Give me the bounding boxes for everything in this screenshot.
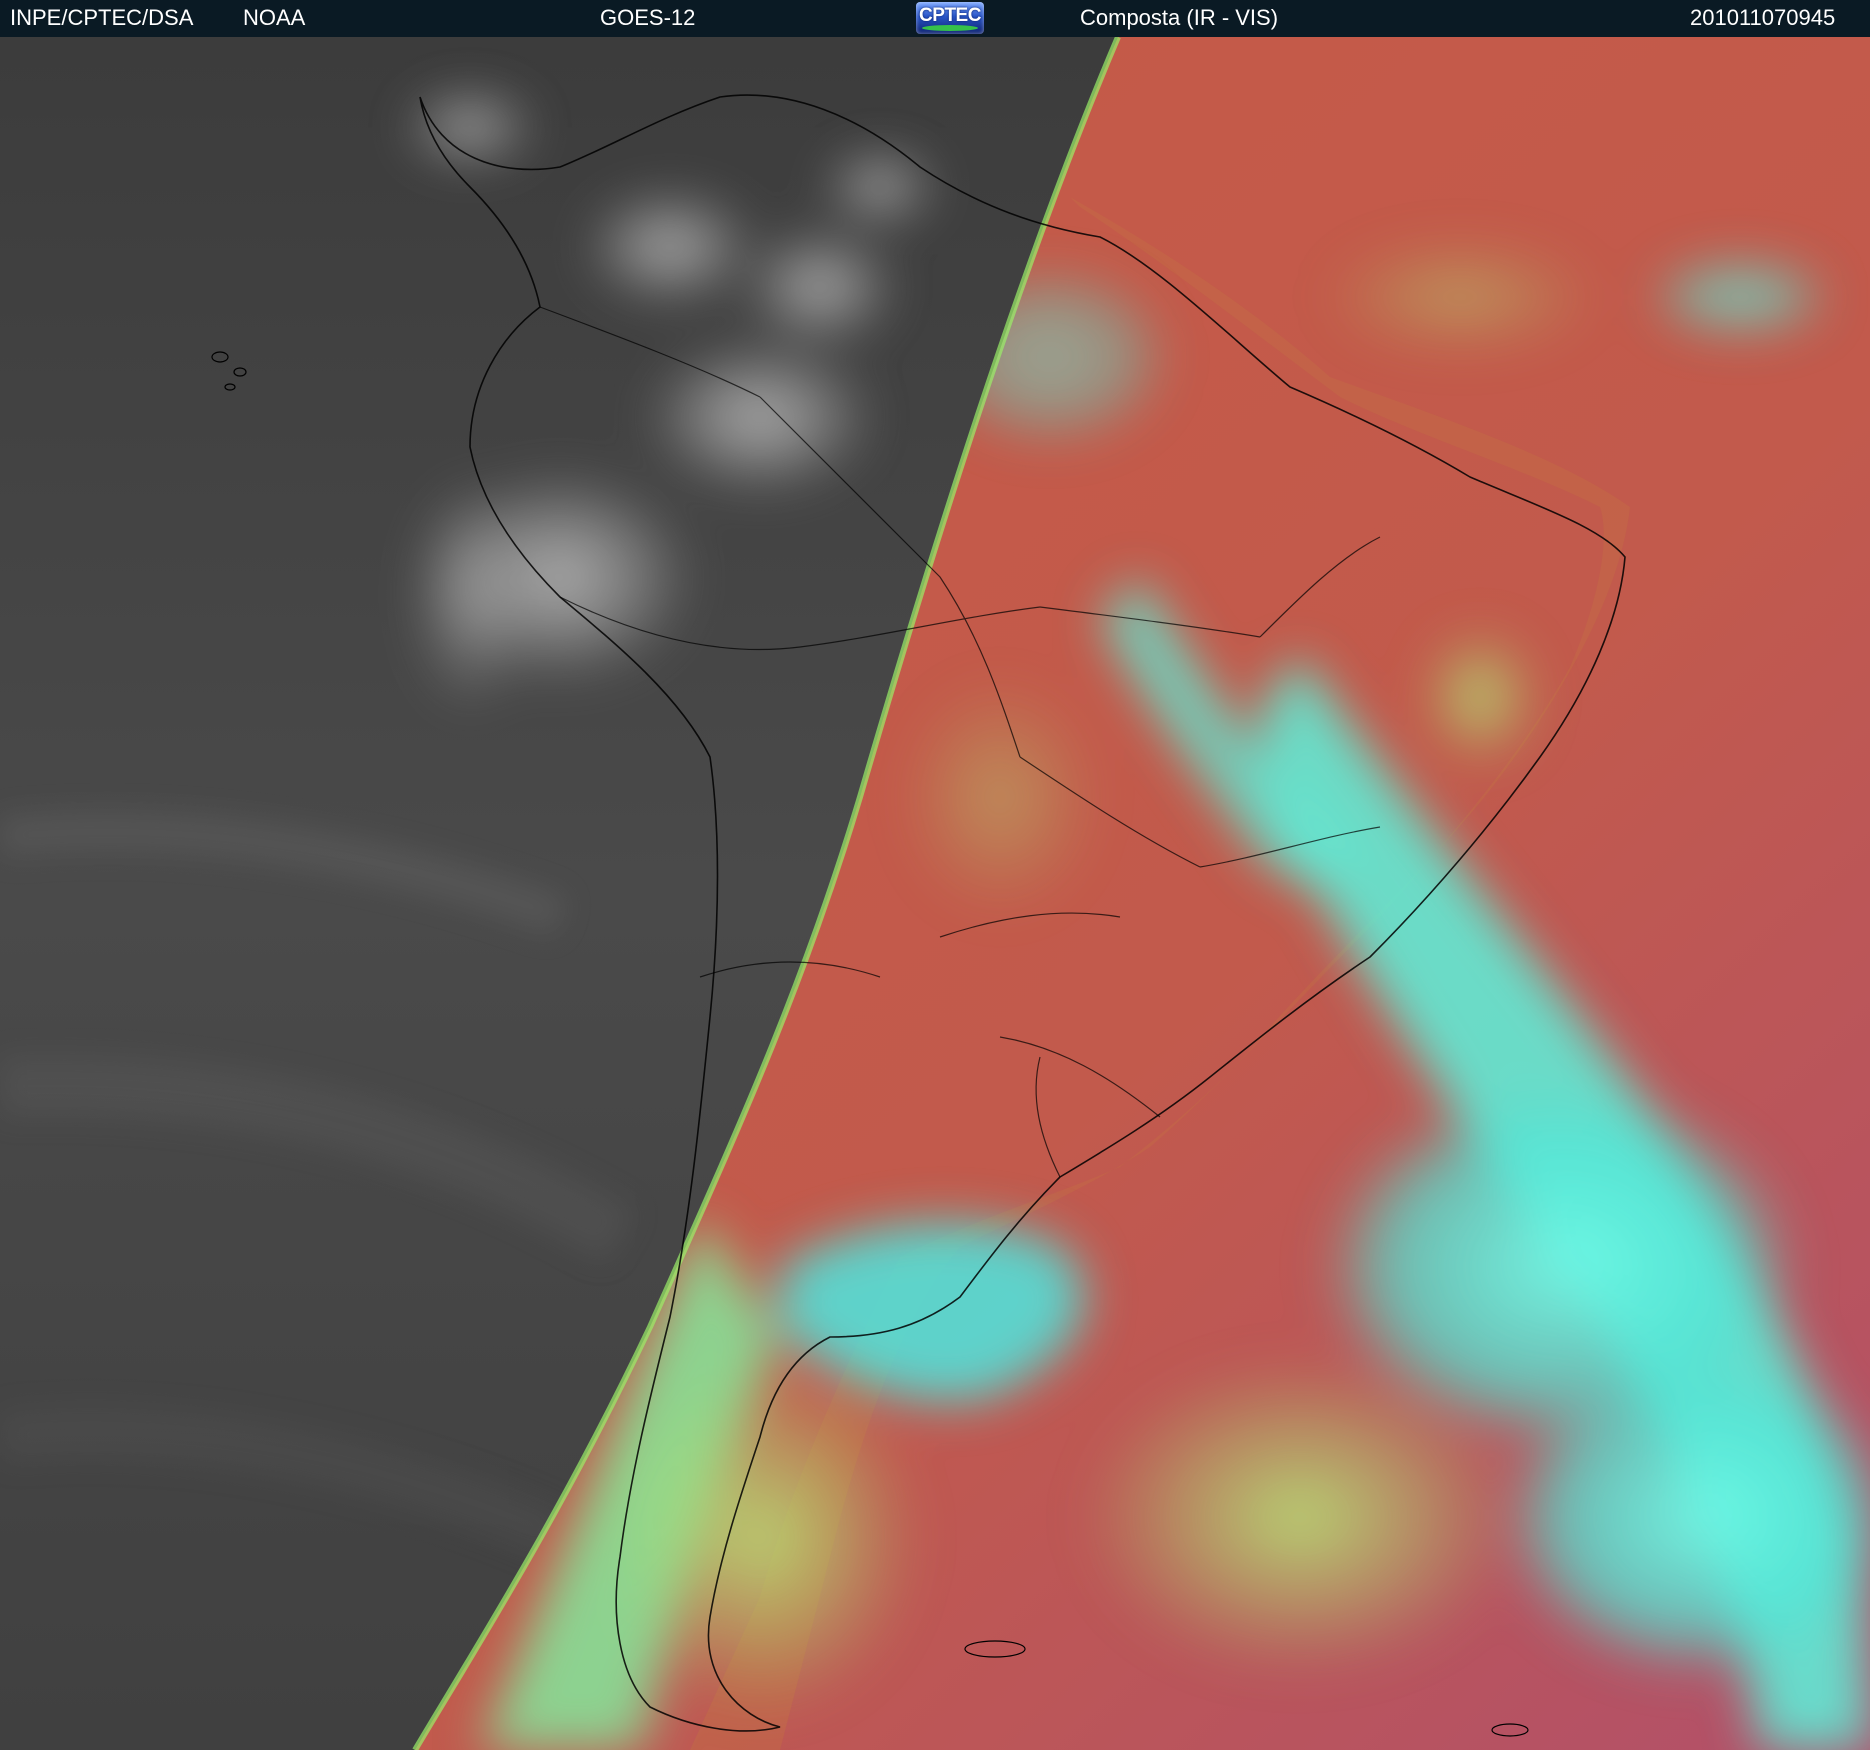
agency-label: NOAA	[243, 5, 306, 30]
timestamp-label: 201011070945	[1690, 5, 1836, 30]
satellite-image-frame: INPE/CPTEC/DSA NOAA GOES-12 CPTEC Compos…	[0, 0, 1870, 1750]
satellite-imagery	[0, 37, 1870, 1750]
satellite-label: GOES-12	[600, 5, 696, 30]
product-label: Composta (IR - VIS)	[1080, 5, 1279, 30]
logo-swoosh-icon	[922, 25, 978, 31]
source-label: INPE/CPTEC/DSA	[10, 5, 194, 30]
cptec-logo-text: CPTEC	[919, 5, 981, 26]
cptec-logo: CPTEC	[916, 2, 984, 34]
header-bar: INPE/CPTEC/DSA NOAA GOES-12 CPTEC Compos…	[0, 0, 1870, 37]
